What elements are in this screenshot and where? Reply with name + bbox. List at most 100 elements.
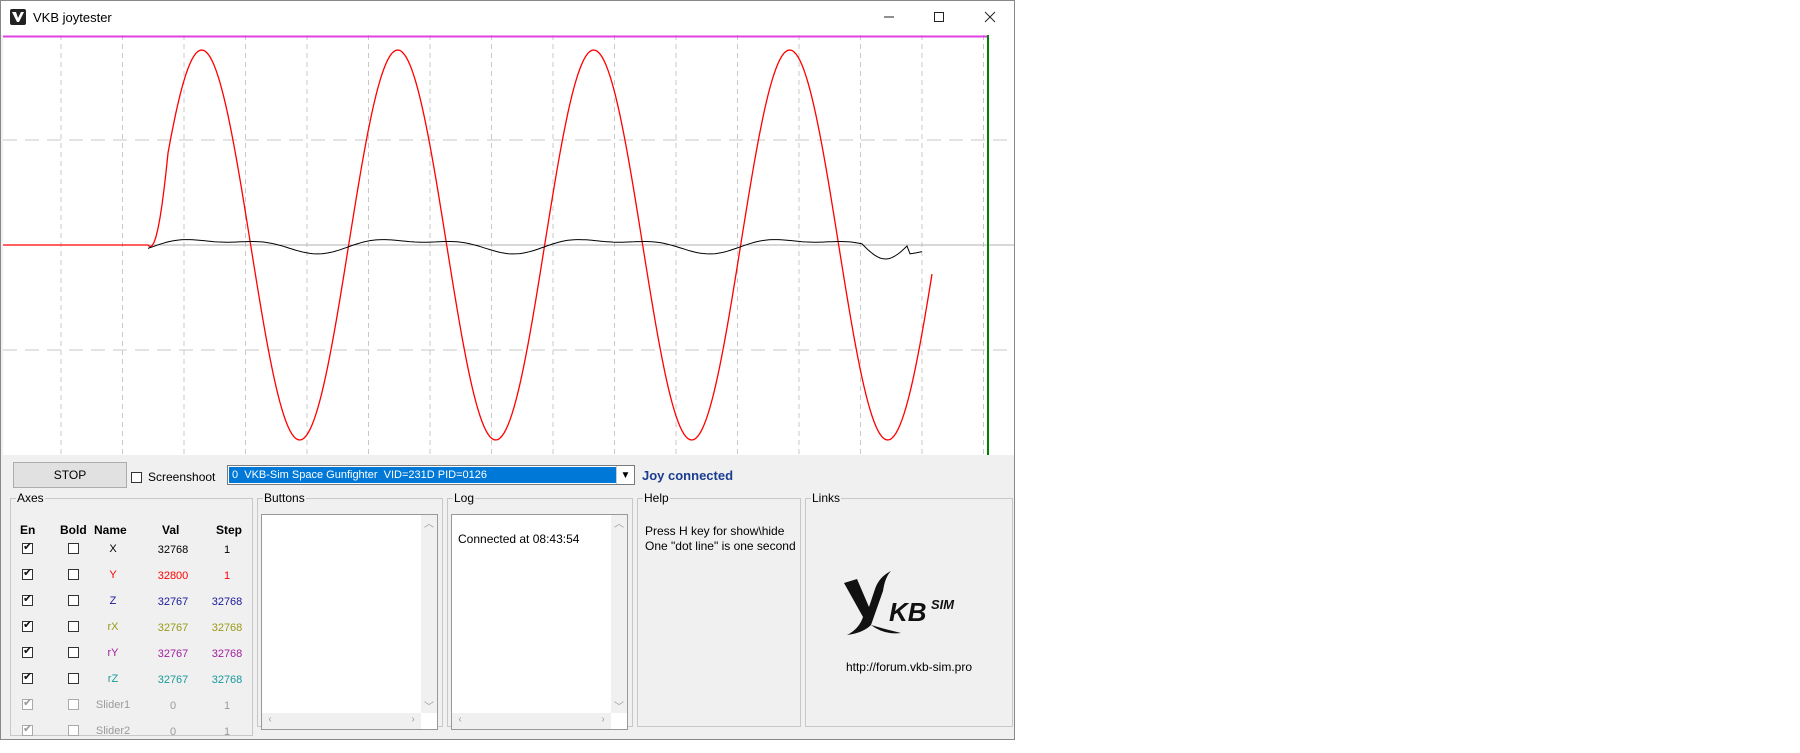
app-window: VKB joytester STOP Screenshoot 0 VKB-Sim… (0, 0, 1015, 740)
device-select[interactable]: 0 VKB-Sim Space Gunfighter VID=231D PID=… (227, 465, 635, 485)
vertical-scrollbar[interactable]: ︿ ﹀ (611, 515, 627, 713)
scroll-down-icon[interactable]: ﹀ (421, 698, 437, 713)
axis-name: rX (107, 621, 119, 633)
axis-enable-checkbox[interactable] (22, 696, 33, 710)
minimize-icon (883, 10, 895, 27)
vkb-app-icon (10, 9, 26, 25)
axis-row: Z 32767 32768 (11, 591, 254, 615)
axis-row: rY 32767 32768 (11, 643, 254, 667)
vkbsim-logo: KB SIM (839, 569, 979, 652)
log-list[interactable]: Connected at 08:43:54 ︿ ﹀ ‹ › (451, 514, 628, 730)
title-bar[interactable]: VKB joytester (1, 1, 1014, 35)
scroll-left-icon[interactable]: ‹ (452, 714, 468, 725)
chevron-down-icon[interactable]: ▼ (616, 466, 634, 484)
screenshot-checkbox[interactable] (131, 471, 142, 483)
scroll-up-icon[interactable]: ︿ (611, 515, 627, 530)
close-icon (984, 10, 996, 27)
axis-name: X (109, 543, 117, 555)
axis-row: X 32768 1 (11, 539, 254, 563)
scroll-up-icon[interactable]: ︿ (421, 515, 437, 530)
maximize-button[interactable] (916, 1, 962, 35)
axis-row: Slider1 0 1 (11, 695, 254, 719)
horizontal-scrollbar[interactable]: ‹ › (452, 713, 611, 729)
axes-group: Axes En Bold Name Val Step X 32768 1 Y 32800… (10, 491, 254, 738)
log-group-label: Log (454, 491, 475, 505)
axis-step: 32768 (211, 674, 243, 686)
axis-name: rZ (107, 673, 119, 685)
log-entry: Connected at 08:43:54 (458, 532, 580, 546)
axis-value: 0 (169, 700, 177, 712)
close-button[interactable] (967, 1, 1013, 35)
axis-bold-checkbox[interactable] (68, 725, 79, 736)
axis-bold-checkbox[interactable] (68, 543, 79, 554)
header-bold: Bold (60, 523, 87, 537)
links-group-label: Links (812, 491, 841, 505)
axis-value: 32767 (157, 674, 189, 686)
axis-bold-checkbox[interactable] (68, 647, 79, 658)
axis-value: 32767 (157, 622, 189, 634)
axis-row: rZ 32767 32768 (11, 669, 254, 693)
help-group: Help Press H key for show\hide One "dot … (637, 491, 801, 727)
axis-step: 32768 (211, 622, 243, 634)
axis-value: 32768 (157, 544, 189, 556)
axis-bold-checkbox[interactable] (68, 569, 79, 580)
axis-value: 32767 (157, 648, 189, 660)
axis-row: Y 32800 1 (11, 565, 254, 589)
stop-button[interactable]: STOP (13, 462, 127, 488)
axis-enable-checkbox[interactable] (22, 722, 33, 736)
axis-bold-checkbox[interactable] (68, 621, 79, 632)
axis-name: Slider2 (95, 725, 131, 737)
axis-bold-checkbox[interactable] (68, 595, 79, 606)
minimize-button[interactable] (866, 1, 912, 35)
axis-name: Y (109, 569, 117, 581)
axis-value: 32767 (157, 596, 189, 608)
window-title: VKB joytester (33, 10, 112, 25)
axis-name: rY (107, 647, 119, 659)
scroll-right-icon[interactable]: › (595, 714, 611, 725)
links-group: Links KB SIM http://forum.vkb-sim.pro (805, 491, 1013, 727)
axis-enable-checkbox[interactable] (22, 618, 33, 632)
axis-bold-checkbox[interactable] (68, 673, 79, 684)
help-group-label: Help (644, 491, 669, 505)
axis-enable-checkbox[interactable] (22, 670, 33, 684)
axis-value: 0 (169, 726, 177, 738)
axis-name: Z (109, 595, 117, 607)
screenshot-label: Screenshoot (148, 470, 216, 484)
scroll-left-icon[interactable]: ‹ (262, 714, 278, 725)
axis-enable-checkbox[interactable] (22, 644, 33, 658)
header-val: Val (162, 523, 180, 537)
buttons-list[interactable]: ︿ ﹀ ‹ › (261, 514, 438, 730)
header-en: En (20, 523, 36, 537)
axis-enable-checkbox[interactable] (22, 592, 33, 606)
buttons-group: Buttons ︿ ﹀ ‹ › (257, 491, 443, 730)
axis-enable-checkbox[interactable] (22, 566, 33, 580)
axis-enable-checkbox[interactable] (22, 540, 33, 554)
axis-step: 1 (223, 570, 231, 582)
scroll-down-icon[interactable]: ﹀ (611, 698, 627, 713)
screenshot-option[interactable]: Screenshoot (131, 470, 215, 484)
vertical-scrollbar[interactable]: ︿ ﹀ (421, 515, 437, 713)
connection-status: Joy connected (642, 468, 734, 483)
x-axis-trace (147, 239, 923, 260)
axis-step: 1 (223, 544, 231, 556)
forum-link[interactable]: http://forum.vkb-sim.pro (806, 660, 1012, 674)
axis-step: 32768 (211, 648, 243, 660)
axis-step: 1 (223, 726, 231, 738)
axis-row: Slider2 0 1 (11, 721, 254, 745)
axis-bold-checkbox[interactable] (68, 699, 79, 710)
maximize-icon (933, 10, 945, 27)
scroll-right-icon[interactable]: › (405, 714, 421, 725)
help-text: Press H key for show\hide One "dot line"… (645, 524, 796, 553)
axes-group-label: Axes (17, 491, 44, 505)
control-bar: STOP Screenshoot 0 VKB-Sim Space Gunfigh… (1, 456, 1014, 494)
svg-text:SIM: SIM (931, 597, 955, 612)
axis-step: 1 (223, 700, 231, 712)
buttons-group-label: Buttons (264, 491, 305, 505)
header-name: Name (94, 523, 127, 537)
horizontal-scrollbar[interactable]: ‹ › (262, 713, 421, 729)
axis-plot-area (3, 35, 1014, 455)
axis-row: rX 32767 32768 (11, 617, 254, 641)
axis-value: 32800 (157, 570, 189, 582)
svg-text:KB: KB (889, 597, 927, 627)
axis-name: Slider1 (95, 699, 131, 711)
